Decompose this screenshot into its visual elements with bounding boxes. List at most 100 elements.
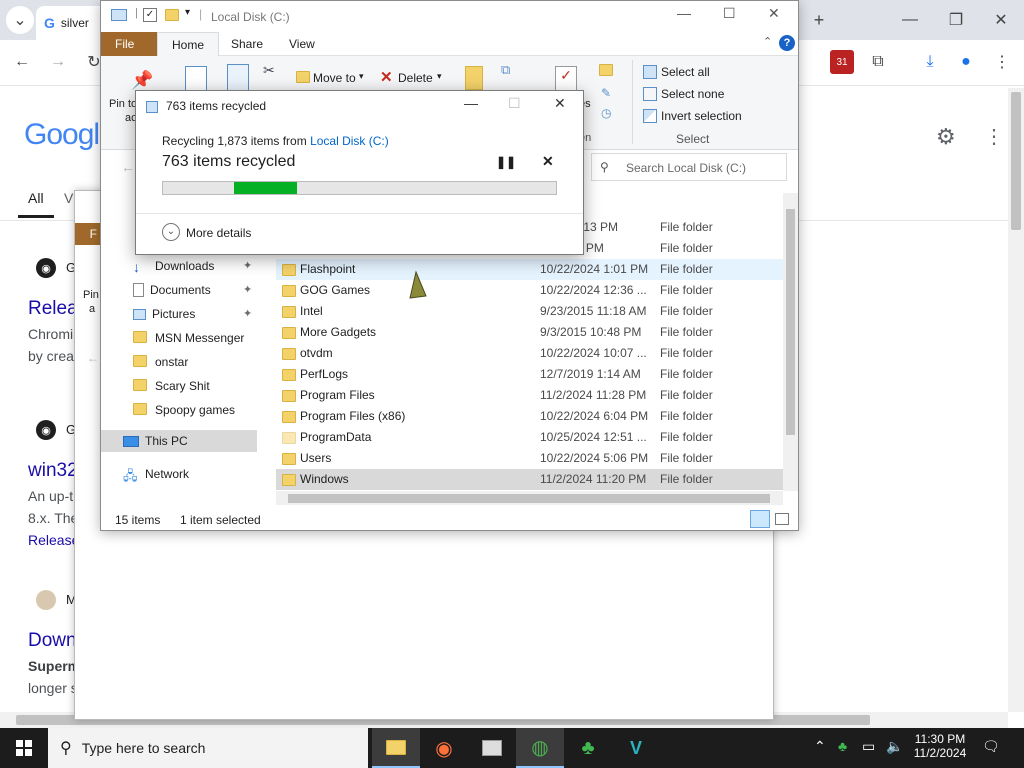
file-row-gog-games[interactable]: GOG Games 10/22/2024 12:36 ... File fold… [276,280,783,301]
volume-icon[interactable]: 🔈 [886,738,903,755]
help-icon[interactable]: ? [779,35,795,51]
file-row-windows[interactable]: Windows 11/2/2024 11:20 PM File folder [276,469,783,490]
tab-view[interactable]: View [275,32,329,56]
cancel-x-icon[interactable]: ✕ [542,153,554,170]
chrome-taskbar-icon[interactable]: ◍ [516,728,564,768]
tab-file[interactable]: File [101,32,157,56]
file-row-otvdm[interactable]: otvdm 10/22/2024 10:07 ... File folder [276,343,783,364]
dialog-source-link[interactable]: Local Disk (C:) [310,134,389,148]
nav-item-downloads[interactable]: ↓ Downloads ✦ [133,255,293,277]
tray-chevron-icon[interactable]: ⌃ [814,738,826,755]
file-explorer-taskbar-icon[interactable] [372,728,420,768]
tab-search-chevron-icon[interactable]: ⌄ [6,6,34,34]
back-nav-arrow-icon[interactable]: ← [87,351,99,365]
pause-icon[interactable]: ❚❚ [496,155,516,169]
search-tab-all[interactable]: All [28,190,44,206]
messenger-taskbar-icon[interactable]: ♣ [564,728,612,768]
move-to-button[interactable]: Move to [313,71,356,85]
ribbon-collapse-icon[interactable]: ⌃ [763,35,772,48]
maximize-icon[interactable]: ☐ [723,5,736,22]
qat-new-folder-icon[interactable] [165,9,179,24]
notifications-icon[interactable]: 🗨 [982,738,1000,755]
google-logo[interactable]: Googl [24,118,100,152]
dialog-minimize-icon[interactable]: — [464,95,478,111]
new-folder-icon[interactable] [465,66,483,90]
nav-back-icon[interactable]: ← [121,159,135,175]
extensions-puzzle-icon[interactable]: ⧉ [864,48,892,76]
new-tab-button[interactable]: + [805,6,833,34]
explorer-titlebar[interactable]: | ✓ ▾ | Local Disk (C:) — ☐ ✕ [101,1,798,32]
pin-icon[interactable]: 📌 [131,70,153,91]
download-icon[interactable]: ⤓ [916,48,944,76]
file-list-vscrollbar[interactable] [783,193,798,491]
back-file-tab[interactable]: F [75,223,101,245]
chrome-close-icon[interactable]: ✕ [987,6,1015,34]
chrome-restore-icon[interactable]: ❐ [942,6,970,34]
move-to-dropdown-icon[interactable]: ▾ [359,71,364,82]
chrome-vertical-scrollbar[interactable] [1008,88,1024,712]
close-icon[interactable]: ✕ [768,5,780,22]
properties-check-icon[interactable]: ✓ [555,66,577,92]
select-all-button[interactable]: Select all [661,65,710,79]
large-icons-view-icon[interactable] [775,513,789,525]
more-details-button[interactable]: More details [186,226,251,240]
file-list-vscroll-thumb[interactable] [786,209,795,435]
invert-selection-button[interactable]: Invert selection [661,109,742,123]
tab-home[interactable]: Home [157,32,220,56]
edit-icon[interactable]: ✎ [601,86,611,100]
settings-gear-icon[interactable]: ⚙ [936,124,956,150]
search-box[interactable]: ⚲ Search Local Disk (C:) [591,153,787,181]
qat-properties-icon[interactable]: ✓ [143,8,157,22]
pin-to-quick-access-label[interactable]: Pin to [109,98,137,110]
file-list-hscrollbar[interactable] [276,491,783,505]
result-1-title[interactable]: Relea [28,298,78,320]
paste-icon[interactable] [227,64,249,92]
new-item-icon[interactable]: ⧉ [501,62,510,78]
recycle-progress-dialog[interactable]: 763 items recycled — ☐ ✕ Recycling 1,873… [135,90,584,255]
file-list-hscroll-thumb[interactable] [288,494,770,503]
qat-dropdown-icon[interactable]: ▾ [185,7,190,18]
file-row-program-files-x86[interactable]: Program Files (x86) 10/22/2024 6:04 PM F… [276,406,783,427]
nav-item-this-pc[interactable]: This PC [101,430,257,452]
details-view-icon[interactable] [750,510,770,528]
dialog-close-icon[interactable]: ✕ [554,95,566,112]
copy-icon[interactable] [185,66,207,92]
profile-avatar-icon[interactable]: ● [952,48,980,76]
file-row-users[interactable]: Users 10/22/2024 5:06 PM File folder [276,448,783,469]
nav-item-spoopy-games[interactable]: Spoopy games [133,399,293,421]
tray-messenger-icon[interactable]: ♣ [838,738,847,754]
result-2-release-link[interactable]: Release [28,532,79,548]
nav-item-onstar[interactable]: onstar [133,351,293,373]
chrome-menu-icon[interactable]: ⋮ [988,48,1016,76]
cut-scissors-icon[interactable]: ✂ [263,62,275,79]
chevron-down-icon[interactable]: ⌄ [162,223,180,241]
select-none-button[interactable]: Select none [661,87,724,101]
nav-item-documents[interactable]: Documents ✦ [133,279,293,301]
tab-share[interactable]: Share [217,32,277,56]
back-arrow-icon[interactable]: ← [8,48,36,76]
file-row-more-gadgets[interactable]: More Gadgets 9/3/2015 10:48 PM File fold… [276,322,783,343]
forward-arrow-icon[interactable]: → [44,48,72,76]
open-folder-icon[interactable] [599,64,613,79]
tray-clock[interactable]: 11:30 PM 11/2/2024 [912,732,968,760]
file-row-flashpoint[interactable]: Flashpoint 10/22/2024 1:01 PM File folde… [276,259,783,280]
file-row-programdata[interactable]: ProgramData 10/25/2024 12:51 ... File fo… [276,427,783,448]
taskbar-search[interactable]: ⚲ Type here to search [48,728,368,768]
result-3-title[interactable]: Down [28,630,77,652]
chrome-scroll-thumb[interactable] [1011,92,1021,230]
file-row-program-files[interactable]: Program Files 11/2/2024 11:28 PM File fo… [276,385,783,406]
nav-item-network[interactable]: 🖧 Network [123,463,283,485]
firefox-taskbar-icon[interactable]: ◉ [420,728,468,768]
delete-dropdown-icon[interactable]: ▾ [437,71,442,82]
nav-item-pictures[interactable]: Pictures ✦ [133,303,293,325]
search-tab-v[interactable]: V [64,190,73,206]
minimize-icon[interactable]: — [677,5,691,21]
history-icon[interactable]: ◷ [601,106,611,120]
nav-item-msn-messenger[interactable]: MSN Messenger [133,327,293,349]
explorer-window[interactable]: | ✓ ▾ | Local Disk (C:) — ☐ ✕ File Home … [100,0,799,531]
windows-start-icon[interactable] [0,728,48,768]
file-row-perflogs[interactable]: PerfLogs 12/7/2019 1:14 AM File folder [276,364,783,385]
delete-button[interactable]: Delete [398,71,433,85]
nav-item-scary-shit[interactable]: Scary Shit [133,375,293,397]
chrome-minimize-icon[interactable]: — [896,6,924,34]
